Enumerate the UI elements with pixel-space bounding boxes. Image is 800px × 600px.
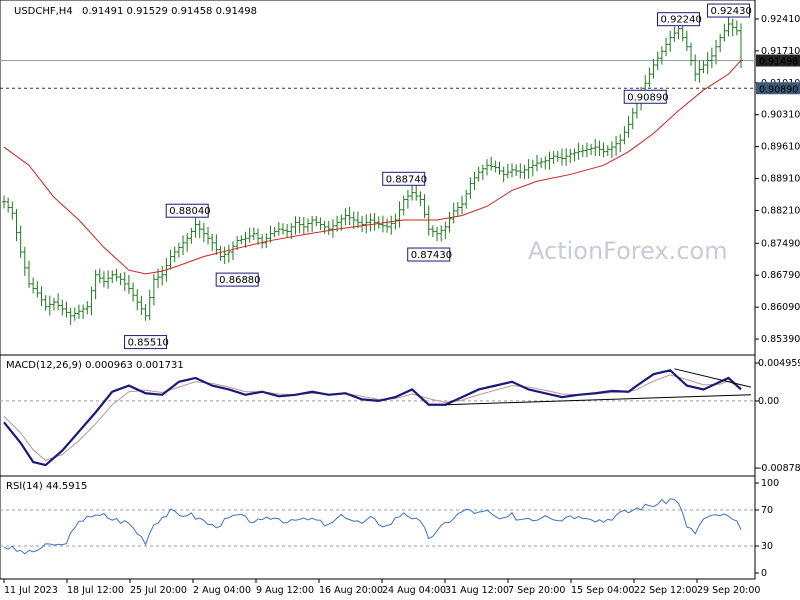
price-label: 0.88740 (382, 171, 427, 186)
rsi-title: RSI(14) 44.5915 (6, 481, 87, 492)
price-axis-tick-label: 0.92410 (761, 14, 800, 25)
level-price-tag: 0.90890 (756, 82, 800, 95)
time-axis-tick-label: 29 Sep 20:00 (697, 585, 760, 596)
price-label-text: 0.85510 (128, 338, 169, 349)
time-axis-tick-label: 7 Sep 20:00 (508, 585, 565, 596)
price-label-text: 0.88740 (386, 174, 427, 185)
price-axis-tick-label: 0.88910 (761, 174, 800, 185)
time-axis: 11 Jul 2023 18 Jul 12:00 25 Jul 20:00 2 Aug… (3, 579, 760, 596)
time-axis-tick-label: 2 Aug 04:00 (193, 585, 251, 596)
time-axis-tick-label: 31 Aug 12:00 (445, 585, 509, 596)
time-axis-tick-label: 24 Aug 04:00 (382, 585, 446, 596)
current-price-tag: 0.91498 (756, 54, 800, 68)
symbol-title: USDCHF,H4 (14, 6, 73, 17)
price-label-text: 0.86880 (219, 275, 260, 286)
time-axis-tick-label: 16 Aug 20:00 (319, 585, 383, 596)
rsi-axis-tick-label: 70 (761, 505, 773, 516)
price-axis-tick-label: 0.85390 (761, 334, 800, 345)
price-tag-text: 0.90890 (759, 84, 798, 95)
macd-axis-tick-label: -0.008785 (758, 463, 800, 474)
macd-title: MACD(12,26,9) 0.000963 0.001731 (6, 360, 184, 371)
time-axis-tick-label: 15 Sep 04:00 (571, 585, 634, 596)
price-label: 0.86880 (215, 272, 261, 287)
watermark: ActionForex.com (528, 237, 728, 265)
usdchf-h4-chart: ActionForex.com USDCHF,H4 0.91491 0.9152… (0, 0, 800, 596)
price-tag-text: 0.91498 (759, 57, 798, 68)
price-label-text: 0.92240 (661, 15, 702, 26)
price-label: 0.92430 (707, 3, 752, 18)
price-axis-tick-label: 0.89610 (761, 142, 800, 153)
time-axis-tick-label: 9 Aug 12:00 (256, 585, 314, 596)
macd-panel: MACD(12,26,9) 0.000963 0.001731 0.004959… (0, 354, 800, 477)
rsi-panel: RSI(14) 44.5915 100 70 30 0 (0, 475, 779, 580)
rsi-axis-tick-label: 100 (761, 478, 779, 489)
price-axis-tick-label: 0.86790 (761, 270, 800, 281)
time-axis-tick-label: 11 Jul 2023 (4, 585, 58, 596)
price-axis: 0.924100.917100.910100.903100.896100.889… (755, 14, 800, 345)
price-axis-tick-label: 0.88210 (761, 205, 800, 216)
rsi-axis: 100 70 30 0 (755, 478, 779, 579)
macd-axis-tick-label: 0.00 (758, 396, 779, 407)
price-label-text: 0.88040 (169, 206, 210, 217)
time-axis-tick-label: 18 Jul 12:00 (67, 585, 124, 596)
price-axis-tick-label: 0.86090 (761, 302, 800, 313)
macd-axis-tick-label: 0.004959 (758, 358, 800, 369)
price-axis-tick-label: 0.87490 (761, 238, 800, 249)
price-label: 0.90890 (623, 89, 669, 104)
price-label-text: 0.90890 (627, 92, 668, 103)
ohlc-readout: 0.91491 0.91529 0.91458 0.91498 (82, 6, 257, 17)
time-axis-tick-label: 25 Jul 20:00 (130, 585, 187, 596)
time-axis-tick-label: 22 Sep 12:00 (634, 585, 697, 596)
price-label: 0.88040 (165, 203, 211, 218)
price-label: 0.85510 (124, 335, 169, 350)
macd-axis: 0.004959 0.00 -0.008785 (755, 358, 800, 474)
price-label: 0.92240 (657, 12, 702, 27)
rsi-axis-tick-label: 30 (761, 541, 773, 552)
price-label: 0.87430 (407, 247, 452, 262)
rsi-axis-tick-label: 0 (761, 568, 767, 579)
price-label-text: 0.87430 (411, 250, 452, 261)
main-price-panel: ActionForex.com USDCHF,H4 0.91491 0.9152… (0, 0, 800, 356)
price-label-text: 0.92430 (711, 6, 752, 17)
price-axis-tick-label: 0.90310 (761, 110, 800, 121)
